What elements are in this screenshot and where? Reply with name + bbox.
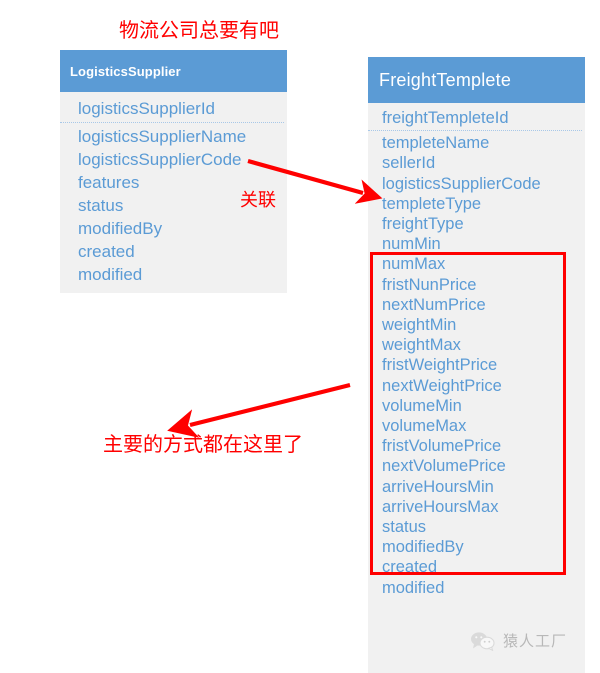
field-row: arriveHoursMin xyxy=(382,477,494,496)
field-row: fristNunPrice xyxy=(382,275,477,294)
field-row: volumeMin xyxy=(382,396,462,415)
field-row: nextVolumePrice xyxy=(382,457,506,476)
diagram-canvas: 物流公司总要有吧 LogisticsSupplier logisticsSupp… xyxy=(0,0,600,673)
field-row: logisticsSupplierName xyxy=(78,127,247,146)
field-row: created xyxy=(78,242,135,261)
field-row: logisticsSupplierCode xyxy=(382,174,541,193)
field-row: logisticsSupplierCode xyxy=(78,150,242,169)
field-row: fristVolumePrice xyxy=(382,437,502,456)
field-row: modified xyxy=(382,578,445,597)
watermark-text: 猿人工厂 xyxy=(503,632,568,650)
field-row: numMin xyxy=(382,235,441,254)
field-row: logisticsSupplierId xyxy=(60,97,284,123)
wechat-icon xyxy=(471,631,495,651)
field-row: modifiedBy xyxy=(382,538,464,557)
field-row: nextWeightPrice xyxy=(382,376,502,395)
watermark: 猿人工厂 xyxy=(470,630,567,651)
field-row: sellerId xyxy=(382,154,436,173)
field-row: templeteName xyxy=(382,134,490,153)
field-row: weightMax xyxy=(382,336,461,355)
field-row: numMax xyxy=(382,255,446,274)
entity-title-freight-templete: FreightTemplete xyxy=(379,69,512,90)
field-row: nextNumPrice xyxy=(382,295,486,314)
entity-table-logistics-supplier: LogisticsSupplier logisticsSupplierId lo… xyxy=(60,50,287,293)
field-row: modified xyxy=(78,265,143,284)
field-row: fristWeightPrice xyxy=(382,356,498,375)
entity-header-logistics-supplier: LogisticsSupplier xyxy=(60,50,287,92)
entity-table-freight-templete: FreightTemplete freightTempleteId temple… xyxy=(368,57,585,673)
field-row: templeteType xyxy=(382,194,482,213)
entity-header-freight-templete: FreightTemplete xyxy=(368,57,585,103)
field-row: weightMin xyxy=(382,316,457,335)
field-row: created xyxy=(382,558,438,577)
annotation-relation-label: 关联 xyxy=(240,190,276,211)
entity-body-freight-templete: freightTempleteId templeteName sellerId … xyxy=(368,103,585,673)
field-row: modifiedBy xyxy=(78,219,163,238)
entity-title-logistics-supplier: LogisticsSupplier xyxy=(70,63,181,79)
annotation-top: 物流公司总要有吧 xyxy=(119,18,279,42)
field-row: status xyxy=(382,518,427,537)
annotation-bottom: 主要的方式都在这里了 xyxy=(103,432,303,456)
field-row: arriveHoursMax xyxy=(382,497,499,516)
highlight-pointer-arrow xyxy=(167,382,351,438)
field-row: freightType xyxy=(382,215,464,234)
field-row: freightTempleteId xyxy=(368,108,582,132)
field-row: volumeMax xyxy=(382,417,467,436)
